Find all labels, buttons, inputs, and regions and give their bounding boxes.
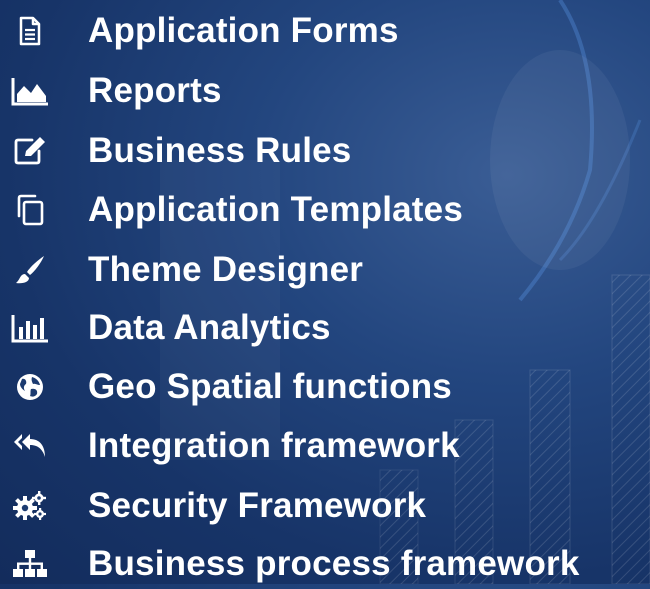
globe-icon [10, 367, 50, 407]
feature-label: Theme Designer [88, 250, 364, 289]
feature-item-integration-framework: Integration framework [0, 421, 650, 471]
feature-item-geo-spatial-functions: Geo Spatial functions [0, 362, 650, 412]
sitemap-icon [10, 544, 50, 584]
paint-brush-icon [10, 250, 50, 290]
document-icon [10, 11, 50, 51]
gears-icon [10, 486, 50, 526]
reply-all-icon [10, 426, 50, 466]
feature-label: Reports [88, 71, 222, 110]
feature-item-business-process-framework: Business process framework [0, 539, 650, 589]
feature-label: Geo Spatial functions [88, 367, 452, 406]
area-chart-icon [10, 71, 50, 111]
feature-label: Data Analytics [88, 308, 331, 347]
feature-label: Security Framework [88, 486, 427, 525]
bar-chart-icon [10, 308, 50, 348]
feature-item-application-forms: Application Forms [0, 6, 650, 56]
feature-list: Application Forms Reports Business Rules [0, 0, 650, 584]
feature-label: Business Rules [88, 131, 352, 170]
feature-item-application-templates: Application Templates [0, 185, 650, 235]
edit-icon [10, 131, 50, 171]
feature-item-security-framework: Security Framework [0, 481, 650, 531]
feature-label: Business process framework [88, 544, 580, 583]
feature-item-data-analytics: Data Analytics [0, 303, 650, 353]
feature-label: Application Forms [88, 11, 399, 50]
feature-label: Integration framework [88, 426, 460, 465]
feature-item-theme-designer: Theme Designer [0, 245, 650, 295]
feature-label: Application Templates [88, 190, 463, 229]
feature-item-reports: Reports [0, 66, 650, 116]
feature-item-business-rules: Business Rules [0, 126, 650, 176]
copy-icon [10, 190, 50, 230]
